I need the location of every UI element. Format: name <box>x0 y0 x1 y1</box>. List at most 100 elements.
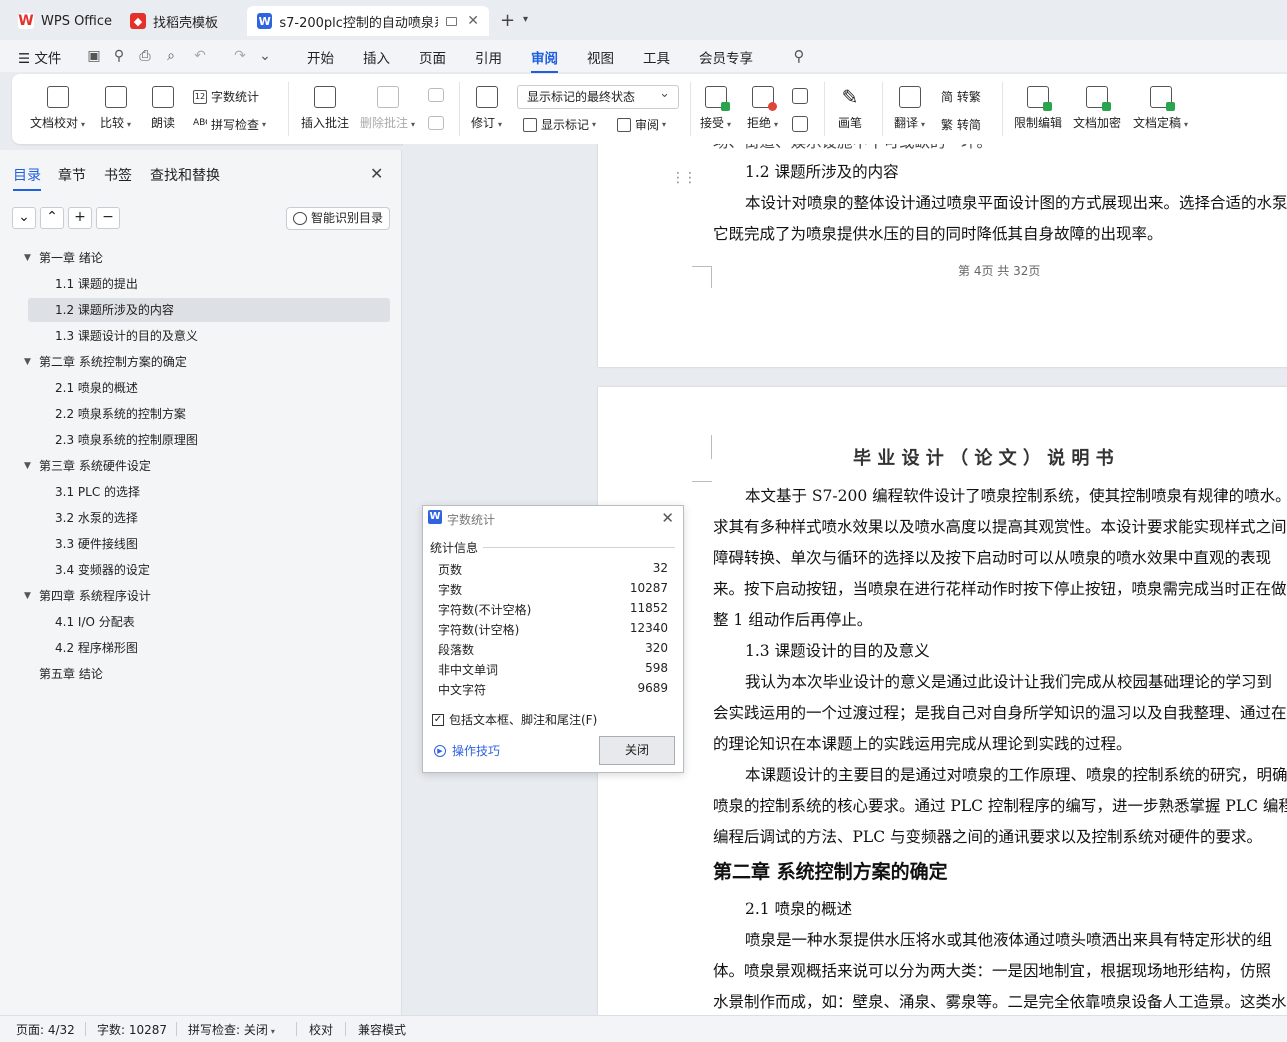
remove-heading-button[interactable]: − <box>96 207 120 229</box>
toc-item-label: 3.2 水泵的选择 <box>55 511 138 525</box>
chevron-down-icon[interactable]: ▾ <box>523 14 528 25</box>
menu-layout[interactable]: 页面 <box>419 47 446 67</box>
expand-triangle-icon[interactable]: ▼ <box>24 246 31 270</box>
monitor-icon[interactable] <box>445 16 458 26</box>
prev-comment-button[interactable] <box>428 88 444 108</box>
toc-item[interactable]: 3.2 水泵的选择 <box>28 506 390 530</box>
spell-check-button[interactable]: ABC拼写检查▾ <box>193 116 266 133</box>
delete-comment-button[interactable]: 删除批注 ▾ <box>360 86 415 131</box>
close-button[interactable]: 关闭 <box>599 736 675 765</box>
compat-mode-status: 兼容模式 <box>358 1023 407 1037</box>
tab-docer[interactable]: ◆ 找稻壳模板 <box>120 6 228 36</box>
paragraph-line: 会实践运用的一个过渡过程；是我自己对自身所学知识的温习以及自我整理、通过在 <box>713 704 1287 722</box>
review-pane-button[interactable]: 审阅 ▾ <box>617 116 666 133</box>
to-simplified-button[interactable]: 繁 转简 <box>941 116 981 133</box>
toc-item[interactable]: 3.3 硬件接线图 <box>28 532 390 556</box>
doc-check-button[interactable]: 文档校对 ▾ <box>30 86 85 131</box>
menu-tools[interactable]: 工具 <box>643 47 670 67</box>
word-count-label: 字数统计 <box>211 90 260 104</box>
move-up-button[interactable]: ⌃ <box>40 207 64 229</box>
tab-document[interactable]: W s7-200plc控制的自动喷泉系统 ✕ <box>247 6 489 36</box>
share-icon[interactable]: ⚲ <box>111 48 127 64</box>
stat-value: 12340 <box>629 621 668 635</box>
nav-tab-bookmarks[interactable]: 书签 <box>104 165 132 185</box>
include-textbox-checkbox[interactable]: ✓ 包括文本框、脚注和尾注(F) <box>432 711 597 728</box>
undo-icon[interactable]: ↶ <box>192 48 208 64</box>
search-icon[interactable]: ⚲ <box>791 48 807 64</box>
toc-item[interactable]: 3.4 变频器的设定 <box>28 558 390 582</box>
read-aloud-button[interactable]: 朗读 <box>151 86 175 131</box>
next-comment-button[interactable] <box>428 116 444 136</box>
ribbon-separator <box>1002 82 1003 136</box>
menu-insert[interactable]: 插入 <box>363 47 390 67</box>
paragraph-line: 体。喷泉景观概括来说可以分为两大类：一是因地制宜，根据现场地形结构，仿照 <box>713 962 1272 980</box>
save-icon[interactable]: ▣ <box>86 48 102 64</box>
toc-item[interactable]: 2.2 喷泉系统的控制方案 <box>28 402 390 426</box>
expand-triangle-icon[interactable]: ▼ <box>24 350 31 374</box>
markup-state-select[interactable]: 显示标记的最终状态 <box>517 83 679 109</box>
menu-member[interactable]: 会员专享 <box>699 47 753 67</box>
file-menu[interactable]: ☰ 文件 <box>18 47 61 67</box>
more-chevron-icon[interactable]: ⌄ <box>257 48 273 64</box>
stat-value: 10287 <box>629 581 668 595</box>
add-heading-button[interactable]: + <box>68 207 92 229</box>
toc-item[interactable]: ▼ 第三章 系统硬件设定 <box>24 454 390 478</box>
toc-item[interactable]: 1.2 课题所涉及的内容 <box>28 298 390 322</box>
expand-triangle-icon[interactable]: ▼ <box>24 584 31 608</box>
print-icon[interactable]: ⎙ <box>137 48 153 64</box>
nav-tab-toc[interactable]: 目录 <box>13 165 41 191</box>
toc-item[interactable]: 2.3 喷泉系统的控制原理图 <box>28 428 390 452</box>
word-count-button[interactable]: 12 字数统计 <box>193 88 259 105</box>
toc-item[interactable]: 1.3 课题设计的目的及意义 <box>28 324 390 348</box>
accept-button[interactable]: 接受 ▾ <box>700 86 731 131</box>
smart-toc-button[interactable]: 智能识别目录 <box>286 207 390 230</box>
finalize-button[interactable]: 文档定稿 ▾ <box>1133 86 1188 131</box>
toc-item[interactable]: 4.1 I/O 分配表 <box>28 610 390 634</box>
stat-row: 字符数(不计空格) 11852 <box>438 601 668 619</box>
toc-item[interactable]: 4.2 程序梯形图 <box>28 636 390 660</box>
menu-view[interactable]: 视图 <box>587 47 614 67</box>
toc-item[interactable]: ▼ 第四章 系统程序设计 <box>24 584 390 608</box>
tips-link[interactable]: ▶ 操作技巧 <box>434 742 500 759</box>
new-tab-icon[interactable]: + <box>500 10 515 31</box>
restrict-edit-button[interactable]: 限制编辑 <box>1014 86 1062 131</box>
word-count-status[interactable]: 字数: 10287 <box>97 1021 167 1038</box>
close-icon[interactable]: ✕ <box>661 509 674 527</box>
translate-button[interactable]: 翻译 ▾ <box>894 86 925 131</box>
spell-check-status[interactable]: 拼写检查: 关闭 ▾ <box>188 1021 275 1038</box>
next-change-button[interactable] <box>792 116 808 138</box>
menu-review[interactable]: 审阅 <box>531 47 558 73</box>
close-tab-icon[interactable]: ✕ <box>467 13 479 29</box>
toc-item[interactable]: 第五章 结论 <box>28 662 390 686</box>
menu-home[interactable]: 开始 <box>307 47 334 67</box>
toc-item[interactable]: ▼ 第一章 绪论 <box>24 246 390 270</box>
close-pane-icon[interactable]: ✕ <box>370 164 383 183</box>
to-traditional-button[interactable]: 简 转繁 <box>941 88 981 105</box>
toc-item[interactable]: ▼ 第二章 系统控制方案的确定 <box>24 350 390 374</box>
stat-label: 中文字符 <box>438 683 487 697</box>
toc-item[interactable]: 2.1 喷泉的概述 <box>28 376 390 400</box>
print-preview-icon[interactable]: ⌕ <box>163 48 179 64</box>
encrypt-button[interactable]: 文档加密 <box>1073 86 1121 131</box>
track-changes-button[interactable]: 修订 ▾ <box>471 86 502 131</box>
expand-triangle-icon[interactable]: ▼ <box>24 454 31 478</box>
reject-button[interactable]: 拒绝 ▾ <box>747 86 778 131</box>
menu-references[interactable]: 引用 <box>475 47 502 67</box>
redo-icon[interactable]: ↷ <box>232 48 248 64</box>
toc-item[interactable]: 1.1 课题的提出 <box>28 272 390 296</box>
paragraph-line: 场、街道、娱乐设施中不可或缺的一环。 <box>713 144 992 152</box>
prev-change-button[interactable] <box>792 88 808 110</box>
compare-button[interactable]: 比较 ▾ <box>100 86 131 131</box>
nav-tab-find-replace[interactable]: 查找和替换 <box>150 165 220 185</box>
toc-item[interactable]: 3.1 PLC 的选择 <box>28 480 390 504</box>
collapse-down-button[interactable]: ⌄ <box>12 207 36 229</box>
show-markup-button[interactable]: 显示标记 ▾ <box>523 116 596 133</box>
insert-comment-label: 插入批注 <box>301 116 350 130</box>
insert-comment-button[interactable]: 插入批注 <box>301 86 349 131</box>
proofread-status[interactable]: 校对 <box>309 1021 333 1038</box>
nav-tab-sections[interactable]: 章节 <box>58 165 86 185</box>
pen-button[interactable]: ✎ 画笔 <box>838 86 862 131</box>
drag-handle-icon[interactable]: ⋮⋮ <box>671 170 697 186</box>
tab-wps-office[interactable]: W WPS Office <box>8 6 122 36</box>
page-indicator[interactable]: 页面: 4/32 <box>16 1021 75 1038</box>
